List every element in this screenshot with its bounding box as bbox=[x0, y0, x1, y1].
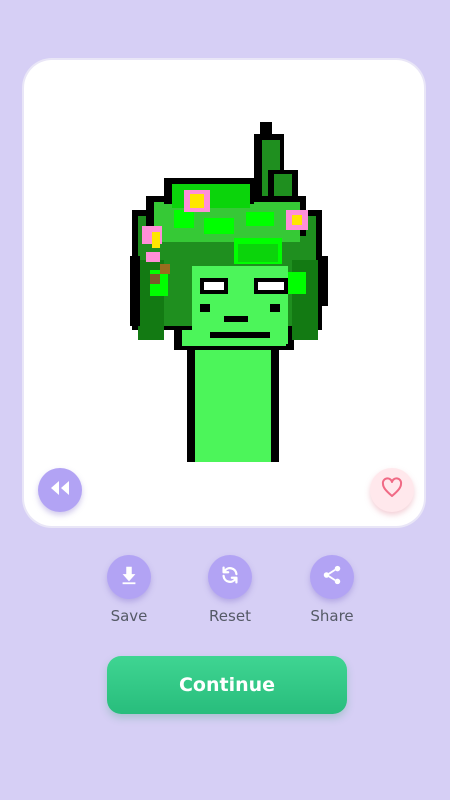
reset-button[interactable] bbox=[208, 555, 252, 599]
share-action[interactable]: Share bbox=[292, 555, 372, 625]
pixel-art-figure bbox=[130, 122, 328, 462]
rewind-icon bbox=[48, 476, 72, 504]
share-label: Share bbox=[310, 607, 354, 625]
pixel-art-canvas bbox=[130, 122, 328, 462]
save-button[interactable] bbox=[107, 555, 151, 599]
download-icon bbox=[118, 564, 140, 590]
rewind-button[interactable] bbox=[38, 468, 82, 512]
share-icon bbox=[321, 564, 343, 590]
save-action[interactable]: Save bbox=[89, 555, 169, 625]
save-label: Save bbox=[110, 607, 148, 625]
share-button[interactable] bbox=[310, 555, 354, 599]
reset-action[interactable]: Reset bbox=[190, 555, 270, 625]
refresh-icon bbox=[219, 564, 241, 590]
continue-button[interactable]: Continue bbox=[107, 656, 347, 714]
reset-label: Reset bbox=[209, 607, 251, 625]
heart-icon bbox=[380, 476, 404, 504]
artwork-card bbox=[24, 60, 424, 526]
favorite-button[interactable] bbox=[370, 468, 414, 512]
